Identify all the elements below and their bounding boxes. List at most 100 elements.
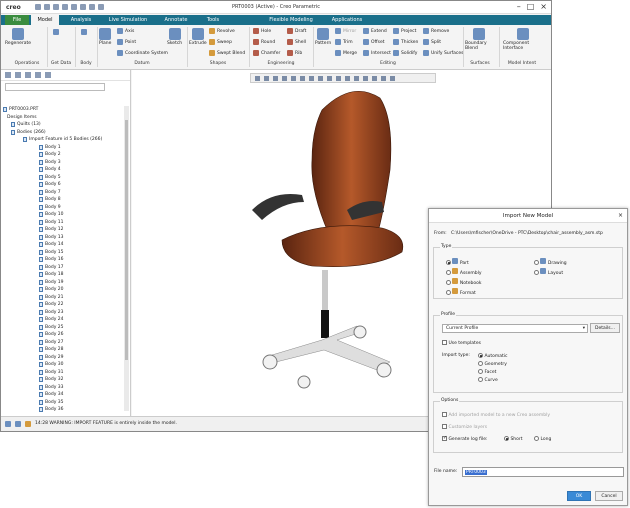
round-button[interactable]: Round	[253, 39, 275, 45]
details-button[interactable]: Details...	[590, 323, 620, 333]
offset-button[interactable]: Offset	[363, 39, 385, 45]
tree-body-item[interactable]: Body 31	[1, 369, 125, 377]
tree-body-item[interactable]: Body 30	[1, 361, 125, 369]
boundary-blend-button[interactable]: Boundary Blend	[465, 28, 493, 51]
unify-surfaces-button[interactable]: Unify Surfaces	[423, 50, 463, 56]
tree-body-item[interactable]: Body 5	[1, 174, 125, 182]
tree-design-items[interactable]: Design Items	[1, 114, 125, 122]
solidify-button[interactable]: Solidify	[393, 50, 417, 56]
tab-live-simulation[interactable]: Live Simulation	[101, 15, 155, 25]
tree-body-item[interactable]: Body 7	[1, 189, 125, 197]
tree-quilts[interactable]: Quilts (13)	[1, 121, 125, 129]
chamfer-button[interactable]: Chamfer	[253, 50, 280, 56]
tree-body-item[interactable]: Body 25	[1, 324, 125, 332]
rib-button[interactable]: Rib	[287, 50, 302, 56]
mirror-button[interactable]: Mirror	[335, 28, 356, 34]
type-assembly-option[interactable]: Assembly	[446, 268, 482, 276]
tree-body-item[interactable]: Body 36	[1, 406, 125, 414]
swept-blend-button[interactable]: Swept Blend	[209, 50, 245, 56]
tree-scrollbar[interactable]	[124, 106, 129, 411]
component-interface-button[interactable]: Component Interface	[503, 28, 543, 51]
import-facet-option[interactable]: Facet	[478, 369, 496, 375]
import-geometry-option[interactable]: Geometry	[478, 361, 507, 367]
tree-body-item[interactable]: Body 26	[1, 331, 125, 339]
tree-body-item[interactable]: Body 23	[1, 309, 125, 317]
use-templates-checkbox[interactable]: Use templates	[442, 340, 481, 346]
tree-body-item[interactable]: Body 12	[1, 226, 125, 234]
type-drawing-option[interactable]: Drawing	[534, 258, 567, 266]
body-button[interactable]	[81, 29, 87, 35]
tree-root[interactable]: PRT0003.PRT	[1, 106, 125, 114]
thicken-button[interactable]: Thicken	[393, 39, 418, 45]
tree-search-input[interactable]	[5, 83, 105, 91]
tab-model[interactable]: Model	[31, 15, 59, 25]
tree-body-item[interactable]: Body 3	[1, 159, 125, 167]
tree-body-item[interactable]: Body 28	[1, 346, 125, 354]
merge-button[interactable]: Merge	[335, 50, 357, 56]
tree-body-item[interactable]: Body 22	[1, 301, 125, 309]
tree-body-item[interactable]: Body 34	[1, 391, 125, 399]
tree-body-item[interactable]: Body 2	[1, 151, 125, 159]
minimize-icon[interactable]: –	[517, 2, 521, 11]
tab-file[interactable]: File	[5, 15, 29, 25]
close-icon[interactable]: ×	[618, 209, 623, 223]
extrude-button[interactable]: Extrude	[189, 28, 207, 46]
trim-button[interactable]: Trim	[335, 39, 353, 45]
customize-layers-checkbox[interactable]: Customize layers	[442, 424, 487, 430]
add-to-assembly-checkbox[interactable]: Add imported model to a new Creo assembl…	[442, 412, 550, 418]
hole-button[interactable]: Hole	[253, 28, 271, 34]
tree-body-item[interactable]: Body 16	[1, 256, 125, 264]
tree-body-item[interactable]: Body 18	[1, 271, 125, 279]
show-icon[interactable]	[45, 72, 51, 78]
tree-body-item[interactable]: Body 21	[1, 294, 125, 302]
log-long-option[interactable]: Long	[534, 436, 551, 442]
tree-body-item[interactable]: Body 4	[1, 166, 125, 174]
split-button[interactable]: Split	[423, 39, 441, 45]
type-part-option[interactable]: Part	[446, 258, 469, 266]
close-icon[interactable]: ×	[540, 2, 547, 11]
sketch-button[interactable]: Sketch	[167, 28, 182, 46]
axis-button[interactable]: Axis	[117, 28, 134, 34]
remove-button[interactable]: Remove	[423, 28, 449, 34]
draft-button[interactable]: Draft	[287, 28, 306, 34]
cancel-button[interactable]: Cancel	[595, 491, 623, 501]
file-name-input[interactable]: PRT0003	[462, 467, 624, 477]
tree-bodies[interactable]: Bodies (266)	[1, 129, 125, 137]
tree-body-item[interactable]: Body 29	[1, 354, 125, 362]
tree-body-item[interactable]: Body 24	[1, 316, 125, 324]
profile-select[interactable]: Current Profile ▾	[442, 324, 588, 333]
tree-body-item[interactable]: Body 6	[1, 181, 125, 189]
favorites-icon[interactable]	[25, 72, 31, 78]
tree-body-item[interactable]: Body 27	[1, 339, 125, 347]
type-format-option[interactable]: Format	[446, 288, 476, 296]
toggle-navigator-icon[interactable]	[5, 421, 11, 427]
sweep-button[interactable]: Sweep	[209, 39, 232, 45]
settings-icon[interactable]	[35, 72, 41, 78]
tree-body-item[interactable]: Body 33	[1, 384, 125, 392]
regenerate-button[interactable]: Regenerate	[5, 28, 31, 46]
tree-body-item[interactable]: Body 10	[1, 211, 125, 219]
plane-button[interactable]: Plane	[99, 28, 111, 46]
tree-body-item[interactable]: Body 19	[1, 279, 125, 287]
model-tree-icon[interactable]	[5, 72, 11, 78]
tab-analysis[interactable]: Analysis	[65, 15, 97, 25]
tab-tools[interactable]: Tools	[199, 15, 227, 25]
tree-body-item[interactable]: Body 14	[1, 241, 125, 249]
log-short-option[interactable]: Short	[504, 436, 523, 442]
tree-body-item[interactable]: Body 1	[1, 144, 125, 152]
tree-body-item[interactable]: Body 13	[1, 234, 125, 242]
intersect-button[interactable]: Intersect	[363, 50, 391, 56]
folder-icon[interactable]	[15, 72, 21, 78]
shell-button[interactable]: Shell	[287, 39, 306, 45]
extend-button[interactable]: Extend	[363, 28, 387, 34]
tab-annotate[interactable]: Annotate	[159, 15, 193, 25]
pattern-button[interactable]: Pattern	[315, 28, 331, 46]
project-button[interactable]: Project	[393, 28, 416, 34]
tree-import-feature[interactable]: Import Feature id 5 Bodies (266)	[1, 136, 125, 144]
tab-flexible-modeling[interactable]: Flexible Modeling	[263, 15, 319, 25]
tree-body-item[interactable]: Body 17	[1, 264, 125, 272]
import-automatic-option[interactable]: Automatic	[478, 353, 508, 359]
generate-log-checkbox[interactable]: Generate log file:	[442, 435, 488, 442]
type-layout-option[interactable]: Layout	[534, 268, 563, 276]
tree-body-item[interactable]: Body 20	[1, 286, 125, 294]
